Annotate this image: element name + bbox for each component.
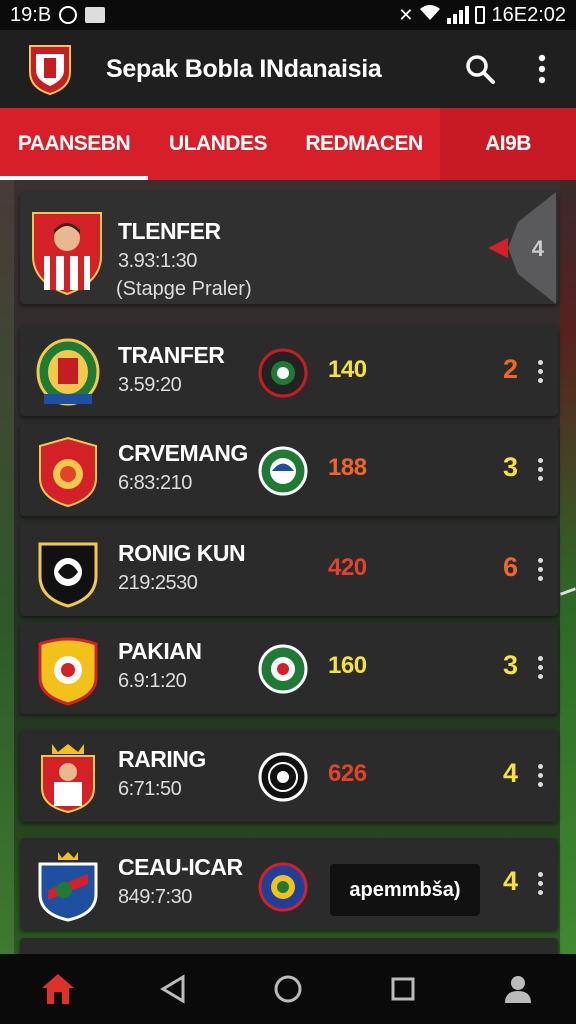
- list-item[interactable]: RONIG KUN 219:2530 420 6: [20, 524, 558, 616]
- home-icon: [41, 974, 74, 1004]
- signal-icon: [447, 6, 470, 24]
- featured-title: TLENFER: [118, 218, 221, 244]
- tab-bar: PAANSEBN ULANDES REDMACEN AI9B: [0, 108, 576, 180]
- match-time: 219:2530: [118, 572, 198, 594]
- more-vert-icon[interactable]: [538, 360, 544, 384]
- search-button[interactable]: [460, 49, 500, 89]
- more-vert-icon[interactable]: [538, 656, 544, 680]
- rank: 4: [502, 866, 518, 896]
- match-list[interactable]: TLENFER 3.93:1:30 (Stapge Praler) 4 TRAN…: [0, 180, 576, 954]
- home-circle-button[interactable]: [260, 961, 316, 1017]
- team-name: RARING: [118, 746, 206, 772]
- black-white-crest-icon: [38, 542, 98, 608]
- count-pennant-icon: [488, 192, 556, 304]
- featured-time: 3.93:1:30: [118, 250, 197, 272]
- search-icon: [466, 55, 495, 84]
- recents-button[interactable]: [375, 961, 431, 1017]
- score: 626: [328, 760, 367, 787]
- match-time: 3.59:20: [118, 374, 182, 396]
- circle-home-icon: [274, 975, 302, 1003]
- app-logo-crest-icon: [29, 45, 71, 96]
- app-title: Sepak Bobla INdanaisia: [106, 54, 382, 83]
- crowned-red-crest-icon: [41, 744, 95, 814]
- profile-button[interactable]: [490, 961, 546, 1017]
- stadium-background-right: [560, 180, 576, 954]
- tab-redmacen[interactable]: REDMACEN: [288, 108, 440, 180]
- list-item[interactable]: CEAU-ICAR 849:7:30 apemmbša) 4: [20, 838, 558, 930]
- home-button[interactable]: [30, 961, 86, 1017]
- yellow-red-crest-icon: [38, 637, 98, 706]
- person-icon: [505, 976, 532, 1003]
- image-notification-icon: [85, 7, 106, 23]
- more-vert-icon[interactable]: [538, 764, 544, 788]
- green-red-badge-icon: [258, 644, 308, 694]
- overflow-menu-button[interactable]: [522, 49, 562, 89]
- match-time: 6.9:1:20: [118, 670, 187, 692]
- player-crest-icon: [32, 212, 102, 296]
- more-vert-icon[interactable]: [538, 458, 544, 482]
- status-bar: 19: B ✕ 16E2:02: [0, 0, 576, 30]
- rank: 3: [502, 650, 518, 680]
- more-vert-icon[interactable]: [538, 872, 544, 896]
- blue-crowned-crest-icon: [38, 852, 98, 922]
- rank: 3: [502, 452, 518, 482]
- score: 140: [328, 356, 367, 383]
- rank: 4: [502, 758, 518, 788]
- more-vert-icon: [538, 54, 546, 84]
- tab-paansebn[interactable]: PAANSEBN: [0, 108, 148, 180]
- green-white-badge-icon: [258, 446, 308, 496]
- featured-count: 4: [531, 236, 544, 261]
- battery-icon: [475, 6, 486, 24]
- match-time: 6:71:50: [118, 778, 182, 800]
- status-time-suffix: B: [37, 3, 52, 26]
- dark-red-badge-icon: [258, 348, 308, 398]
- team-name: PAKIAN: [118, 638, 202, 664]
- back-button[interactable]: [145, 961, 201, 1017]
- list-item-partial[interactable]: [20, 938, 558, 954]
- stadium-background-left: [0, 180, 14, 954]
- match-time: 849:7:30: [118, 886, 192, 908]
- wifi-icon: [419, 3, 441, 27]
- green-yellow-crest-icon: [36, 338, 100, 406]
- score: 160: [328, 652, 367, 679]
- sync-icon: [59, 6, 78, 24]
- back-triangle-icon: [159, 974, 185, 1004]
- list-item[interactable]: CRVEMANG 6:83:210 188 3: [20, 424, 558, 516]
- nfc-icon: ✕: [398, 4, 414, 25]
- match-time: 6:83:210: [118, 472, 192, 494]
- more-vert-icon[interactable]: [538, 558, 544, 582]
- status-time: 19:: [10, 3, 38, 26]
- featured-note: (Stapge Praler): [116, 278, 252, 300]
- team-name: RONIG KUN: [118, 540, 246, 566]
- blue-red-badge-icon: [258, 862, 308, 912]
- score: 420: [328, 554, 367, 581]
- black-white-badge-icon: [258, 752, 308, 802]
- list-item[interactable]: TRANFER 3.59:20 140 2: [20, 326, 558, 416]
- rank: 6: [502, 552, 518, 582]
- square-recents-icon: [391, 977, 415, 1001]
- app-bar: Sepak Bobla INdanaisia: [0, 30, 576, 108]
- tooltip: apemmbša): [330, 864, 480, 916]
- list-item[interactable]: PAKIAN 6.9:1:20 160 3: [20, 622, 558, 714]
- bottom-navigation: [0, 954, 576, 1024]
- red-orange-crest-icon: [39, 436, 97, 508]
- status-clock: 16E2:02: [491, 3, 566, 26]
- team-name: CRVEMANG: [118, 440, 248, 466]
- list-item[interactable]: RARING 6:71:50 626 4: [20, 730, 558, 822]
- team-name: CEAU-ICAR: [118, 854, 243, 880]
- featured-card[interactable]: TLENFER 3.93:1:30 (Stapge Praler) 4: [20, 192, 558, 304]
- team-name: TRANFER: [118, 342, 225, 368]
- score: 188: [328, 454, 367, 481]
- tab-ulandes[interactable]: ULANDES: [148, 108, 288, 180]
- tab-ai9b[interactable]: AI9B: [440, 108, 576, 180]
- rank: 2: [502, 354, 518, 384]
